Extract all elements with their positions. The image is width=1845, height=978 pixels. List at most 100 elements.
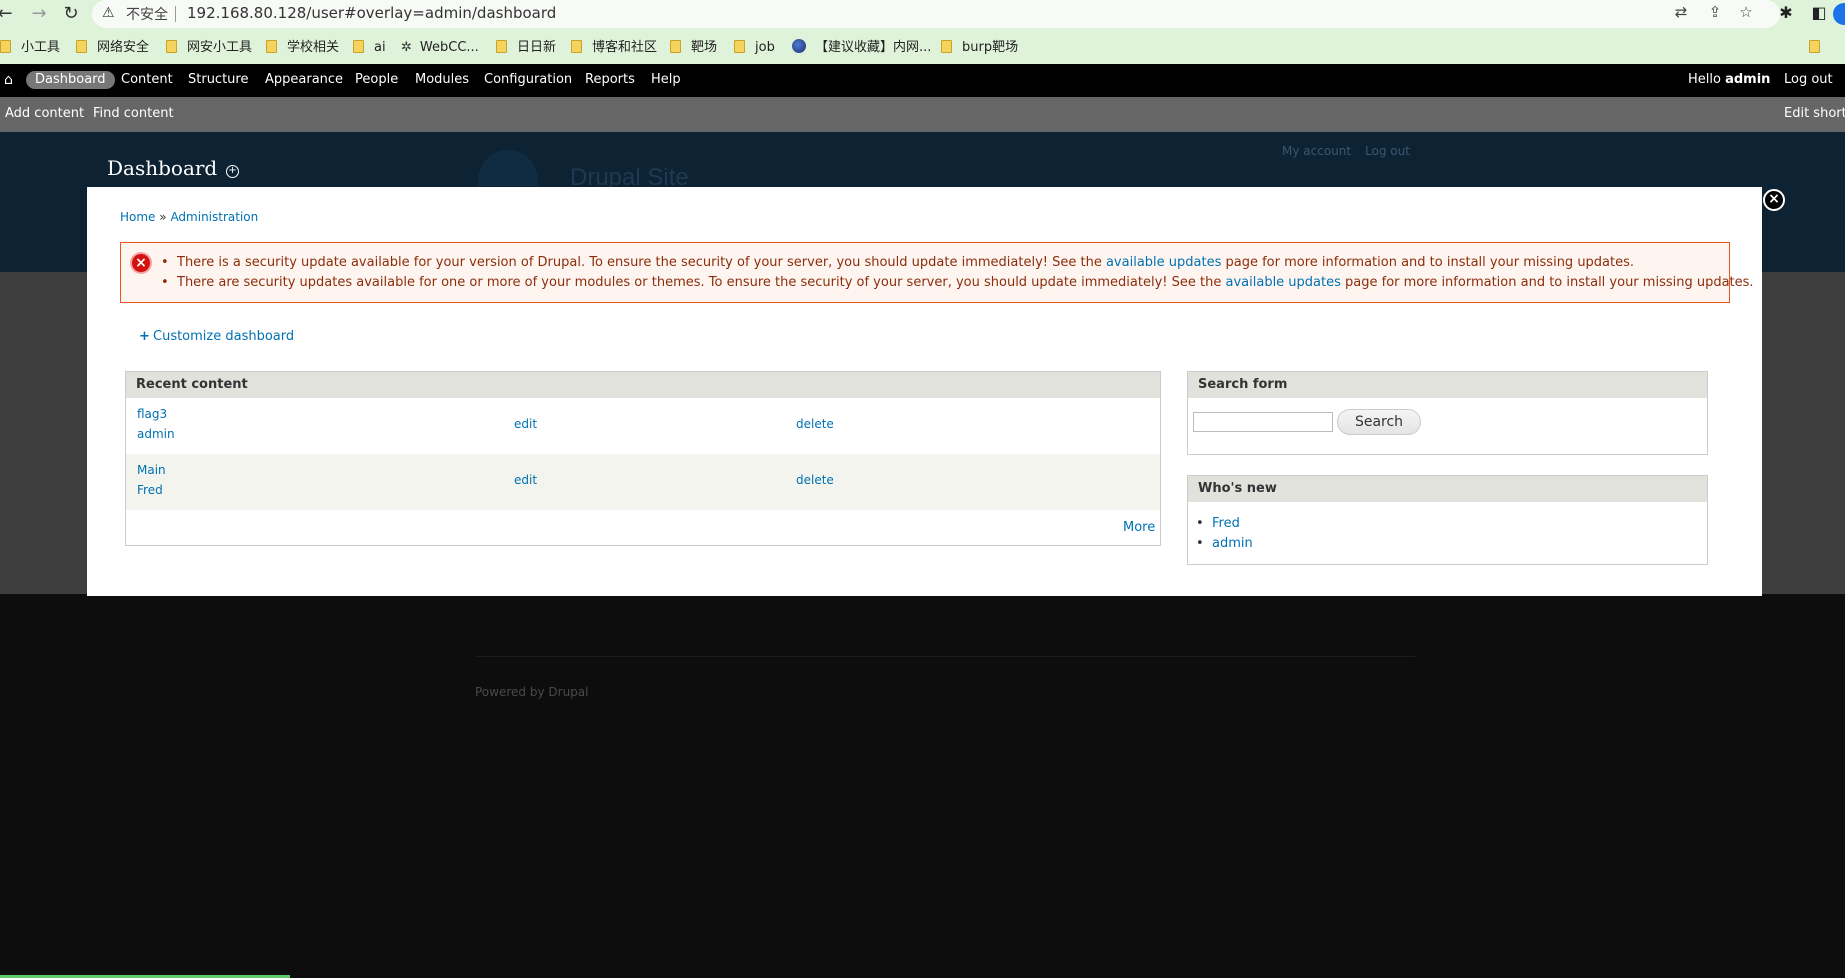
bookmark-folder[interactable]: 日日新 [496,38,556,58]
folder-icon [496,40,507,53]
folder-icon [266,40,277,53]
hello-user: Hello admin [1688,72,1771,87]
header-logout-link[interactable]: Log out [1365,144,1410,158]
bookmark-folder[interactable] [1809,38,1830,58]
user-link[interactable]: Fred [1212,516,1240,531]
block-title: Who's new [1188,476,1707,502]
forward-icon[interactable]: → [28,3,50,25]
toolbar-item-content[interactable]: Content [121,72,173,88]
bookmark-folder[interactable]: 靶场 [670,38,717,58]
edit-link[interactable]: edit [514,414,537,434]
bookmark-link[interactable]: ✲ WebCC... [401,38,479,58]
available-updates-link[interactable]: available updates [1226,275,1341,290]
toolbar-logout[interactable]: Log out [1784,72,1833,88]
folder-icon [76,40,87,53]
breadcrumb: Home » Administration [120,210,258,224]
shortcut-add-content[interactable]: Add content [5,106,84,121]
share-icon[interactable]: ⇪ [1704,3,1726,21]
bookmark-folder[interactable]: 学校相关 [266,38,339,58]
username[interactable]: admin [1725,72,1770,87]
back-icon[interactable]: ← [0,3,16,25]
folder-icon [0,40,11,53]
folder-icon [941,40,952,53]
plus-icon: + [139,329,150,344]
whos-new-block: Who's new [1187,475,1708,565]
breadcrumb-administration[interactable]: Administration [170,210,258,224]
footer-divider [475,656,1415,657]
drupal-link[interactable]: Drupal [548,685,588,699]
error-messages: × There is a security update available f… [120,242,1754,303]
sidepanel-icon[interactable]: ◧ [1808,3,1830,22]
bookmark-star-icon[interactable]: ☆ [1735,3,1757,21]
message-item: There is a security update available for… [161,253,1754,273]
toolbar-item-dashboard[interactable]: Dashboard [26,71,115,89]
delete-link[interactable]: delete [796,470,834,490]
add-shortcut-icon[interactable]: + [226,165,239,178]
content-title-link[interactable]: Main [137,460,166,480]
address-separator [175,6,176,22]
admin-toolbar: ⌂ Dashboard Content Structure Appearance… [0,64,1845,97]
toolbar-item-modules[interactable]: Modules [415,72,469,88]
toolbar-item-people[interactable]: People [355,72,398,88]
breadcrumb-home[interactable]: Home [120,210,155,224]
bookmark-folder[interactable]: 网络安全 [76,38,149,58]
powered-by: Powered by Drupal [475,685,589,699]
my-account-link[interactable]: My account [1282,144,1351,158]
bookmark-folder[interactable]: job [734,38,775,58]
extensions-icon[interactable]: ✱ [1775,3,1797,22]
delete-link[interactable]: delete [796,414,834,434]
content-author-link[interactable]: Fred [137,480,163,500]
breadcrumb-separator: » [159,210,167,224]
close-icon[interactable]: × [1763,189,1785,211]
error-icon: × [130,252,152,274]
webcc-icon: ✲ [401,40,412,55]
block-title: Recent content [126,372,1160,398]
bookmark-link[interactable]: 【建议收藏】内网... [792,38,931,58]
available-updates-link[interactable]: available updates [1106,255,1221,270]
folder-icon [571,40,582,53]
globe-icon [792,39,806,53]
toolbar-item-help[interactable]: Help [651,72,681,88]
bookmark-folder[interactable]: burp靶场 [941,38,1018,58]
folder-icon [1809,40,1820,53]
toolbar-item-configuration[interactable]: Configuration [484,72,572,88]
search-input[interactable] [1193,412,1333,432]
edit-shortcuts-link[interactable]: Edit shortcuts [1784,106,1845,121]
content-author-link[interactable]: admin [137,424,175,444]
bookmark-folder[interactable]: 小工具 [0,38,60,58]
folder-icon [734,40,745,53]
list-item: Fred [1196,514,1253,534]
bookmark-folder[interactable]: ai [353,38,386,58]
translate-icon[interactable]: ⇄ [1670,3,1692,21]
folder-icon [353,40,364,53]
bookmarks-bar: 小工具 网络安全 网安小工具 学校相关 ai ✲ WebCC... 日日新 博客和… [0,36,1845,60]
profile-avatar[interactable] [1833,3,1845,25]
toolbar-item-reports[interactable]: Reports [585,72,635,88]
list-item: admin [1196,534,1253,554]
shortcuts-bar: Add content Find content Edit shortcuts [0,97,1845,132]
browser-chrome: ← → ↻ ⚠ 不安全 192.168.80.128/user#overlay=… [0,0,1845,64]
page-title: Dashboard [107,156,218,180]
folder-icon [670,40,681,53]
edit-link[interactable]: edit [514,470,537,490]
warning-icon: ⚠ [102,5,115,21]
reload-icon[interactable]: ↻ [60,3,82,25]
customize-dashboard-link[interactable]: + Customize dashboard [139,329,294,344]
content-title-link[interactable]: flag3 [137,404,167,424]
search-button[interactable]: Search [1337,409,1421,435]
message-item: There are security updates available for… [161,273,1754,293]
folder-icon [166,40,177,53]
toolbar-item-structure[interactable]: Structure [188,72,248,88]
more-link[interactable]: More [1123,518,1155,538]
shortcut-find-content[interactable]: Find content [93,106,174,121]
bookmark-folder[interactable]: 网安小工具 [166,38,252,58]
url-text[interactable]: 192.168.80.128/user#overlay=admin/dashbo… [187,4,556,22]
home-icon[interactable]: ⌂ [4,72,13,88]
bookmark-folder[interactable]: 博客和社区 [571,38,657,58]
address-bar[interactable]: ⚠ 不安全 192.168.80.128/user#overlay=admin/… [92,0,1780,28]
table-row: Main Fred edit delete [126,454,1160,510]
toolbar-item-appearance[interactable]: Appearance [265,72,343,88]
whos-new-list: Fred admin [1196,514,1253,554]
user-link[interactable]: admin [1212,536,1253,551]
table-row: flag3 admin edit delete [126,398,1160,454]
